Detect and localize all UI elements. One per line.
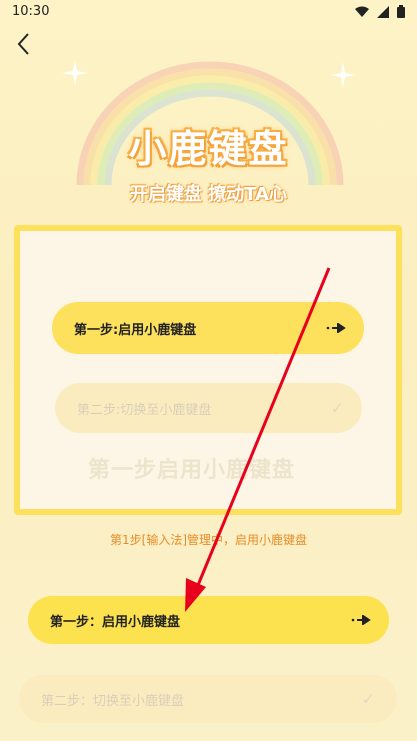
switch-keyboard-label: 第二步：切换至小鹿键盘 [41,693,185,709]
demo-step-two-label: 第二步:切换至小鹿键盘 [77,402,212,418]
demo-step-two: 第二步:切换至小鹿键盘 ✓ [55,383,362,433]
arrow-right-icon [326,323,346,333]
signal-icon [377,5,389,18]
status-time: 10:30 [12,4,50,19]
status-bar: 10:30 [0,0,417,26]
back-arrow-icon[interactable] [10,30,38,58]
enable-keyboard-label: 第一步：启用小鹿键盘 [50,614,181,630]
switch-keyboard-button[interactable]: 第二步：切换至小鹿键盘 ✓ [19,675,397,723]
hint-text: 第1步[输入法]管理中，启用小鹿键盘 [110,533,307,547]
sparkle-icon [330,62,356,88]
check-icon: ✓ [361,689,375,709]
enable-keyboard-button[interactable]: 第一步：启用小鹿键盘 [28,596,389,644]
demo-step-one-label: 第一步:启用小鹿键盘 [74,322,197,338]
battery-icon [397,5,405,18]
arrow-right-icon [351,615,371,625]
app-subtitle: 开启键盘 撩动TA心 [129,184,288,205]
check-icon: ✓ [330,398,344,418]
wifi-icon [355,6,369,17]
card-watermark: 第一步启用小鹿键盘 [88,458,296,483]
demo-step-one: 第一步:启用小鹿键盘 [52,302,364,354]
app-title: 小鹿键盘 [128,127,289,171]
sparkle-icon [62,60,88,86]
status-icons [355,5,405,18]
